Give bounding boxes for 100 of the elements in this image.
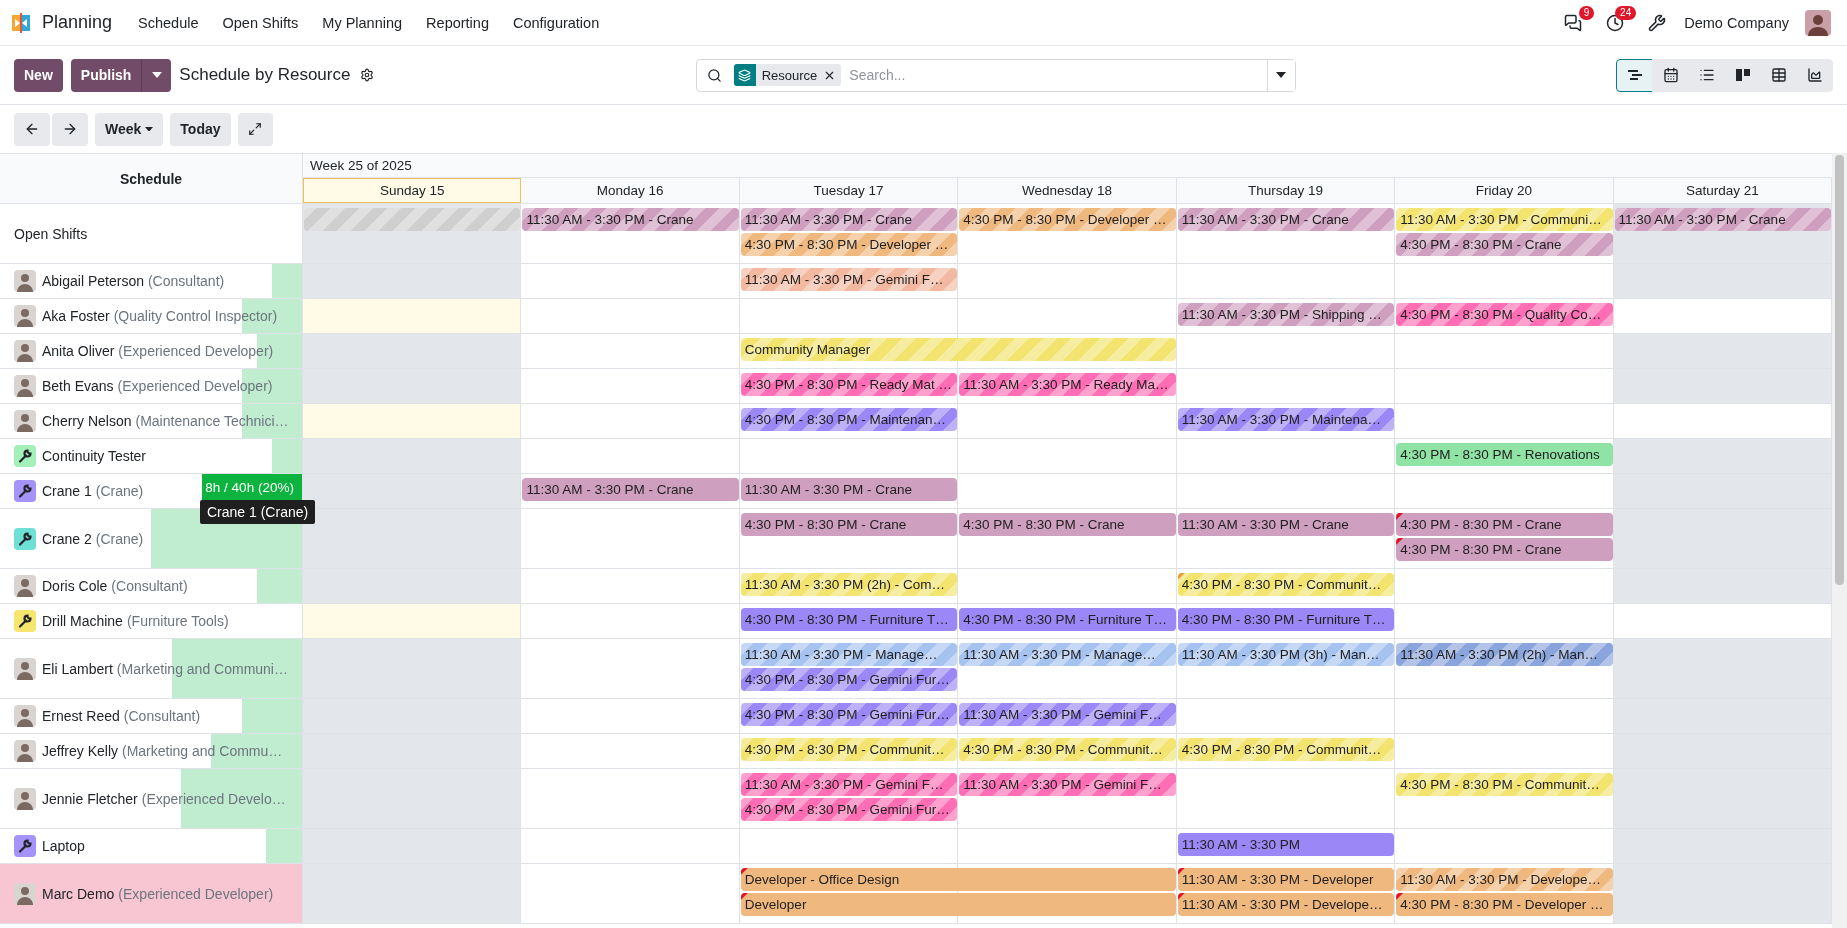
caret-icon — [151, 72, 162, 78]
shift-bar[interactable]: 4:30 PM - 8:30 PM - Ready Mat … — [740, 373, 958, 396]
shift-bar[interactable]: 4:30 PM - 8:30 PM - Communit… — [1177, 573, 1395, 596]
shift-bar[interactable]: 11:30 AM - 3:30 PM - Manage… — [740, 643, 958, 666]
shift-bar[interactable]: 4:30 PM - 8:30 PM - Crane — [740, 513, 958, 536]
today-button[interactable]: Today — [170, 112, 231, 146]
shift-bar[interactable]: 4:30 PM - 8:30 PM - Furniture T… — [1177, 608, 1395, 631]
shift-bar[interactable]: 11:30 AM - 3:30 PM - Crane — [740, 208, 958, 231]
shift-bar[interactable]: 11:30 AM - 3:30 PM — [1177, 833, 1395, 856]
shift-bar[interactable]: 11:30 AM - 3:30 PM - Shipping … — [1177, 303, 1395, 326]
previous-button[interactable] — [14, 112, 50, 146]
user-avatar[interactable] — [1805, 9, 1831, 36]
shift-bar[interactable]: 11:30 AM - 3:30 PM - Gemini F… — [740, 773, 958, 796]
shift-bar[interactable]: Community Manager — [740, 338, 1176, 361]
shift-bar[interactable]: 11:30 AM - 3:30 PM - Gemini F… — [959, 703, 1176, 726]
shift-bar[interactable]: 11:30 AM - 3:30 PM - Manage… — [959, 643, 1176, 666]
shift-bar[interactable]: 4:30 PM - 8:30 PM - Furniture T… — [959, 608, 1176, 631]
publish-dropdown-button[interactable] — [141, 58, 172, 92]
menu-item[interactable]: Open Shifts — [212, 8, 309, 37]
expand-button[interactable] — [237, 112, 273, 146]
resource-name: Drill Machine — [42, 613, 123, 629]
company-name[interactable]: Demo Company — [1684, 14, 1789, 31]
period-dropdown[interactable]: Week — [95, 112, 164, 146]
resource-name: Ernest Reed — [42, 708, 120, 724]
shift-bar[interactable]: 4:30 PM - 8:30 PM - Communit… — [1396, 773, 1613, 796]
shift-bar[interactable]: 11:30 AM - 3:30 PM - Crane — [1614, 208, 1831, 231]
gantt-view-icon — [1626, 67, 1643, 83]
kanban-view-icon — [1734, 67, 1751, 83]
shift-bar[interactable]: 11:30 AM - 3:30 PM - Gemini F… — [959, 773, 1176, 796]
next-button[interactable] — [52, 112, 88, 146]
resource-name: Beth Evans — [42, 378, 114, 394]
shift-bar[interactable]: 4:30 PM - 8:30 PM - Gemini Fur… — [740, 668, 958, 691]
shift-bar[interactable]: Developer — [740, 893, 1176, 916]
facet-label: Resource — [760, 67, 819, 83]
shift-bar[interactable]: 4:30 PM - 8:30 PM - Developer … — [1396, 893, 1613, 916]
new-button[interactable]: New — [14, 58, 63, 92]
breadcrumb: Schedule by Resource — [179, 65, 351, 85]
filter-facet[interactable]: Resource — [733, 64, 842, 86]
shift-bar[interactable]: 4:30 PM - 8:30 PM - Communit… — [959, 738, 1176, 761]
person-avatar — [14, 375, 36, 397]
resource-role: (Experienced Develo… — [141, 790, 286, 807]
shift-bar[interactable]: 11:30 AM - 3:30 PM (2h) - Man… — [1396, 643, 1613, 666]
search-field[interactable]: Resource Search... — [695, 58, 1296, 92]
shift-bar[interactable]: 11:30 AM - 3:30 PM - Develope… — [1177, 893, 1395, 916]
notification-badge: 9 — [1578, 5, 1595, 20]
shift-bar[interactable]: 11:30 AM - 3:30 PM - Communi… — [1396, 208, 1613, 231]
shift-bar[interactable]: 11:30 AM - 3:30 PM - Crane — [1177, 513, 1395, 536]
person-avatar — [14, 305, 36, 327]
shift-bar[interactable]: 11:30 AM - 3:30 PM (3h) - Man… — [1177, 643, 1395, 666]
shift-bar[interactable]: 4:30 PM - 8:30 PM - Maintenan… — [740, 408, 958, 431]
wrench-icon — [1648, 13, 1667, 32]
search-icon — [706, 67, 722, 83]
resource-role: (Marketing and Commu… — [122, 743, 283, 759]
shift-bar[interactable]: 4:30 PM - 8:30 PM - Developer … — [959, 208, 1176, 231]
scrollbar[interactable] — [1832, 153, 1847, 928]
list-view-icon — [1698, 67, 1715, 83]
person-avatar — [14, 705, 36, 727]
notification-badge: 24 — [1615, 5, 1637, 20]
shift-bar[interactable]: 11:30 AM - 3:30 PM - Crane — [522, 208, 739, 231]
shift-bar[interactable]: 11:30 AM - 3:30 PM - Ready Ma… — [959, 373, 1176, 396]
shift-bar[interactable]: 4:30 PM - 8:30 PM - Crane — [1396, 513, 1613, 536]
shift-bar[interactable]: 4:30 PM - 8:30 PM - Crane — [1396, 233, 1613, 256]
shift-bar[interactable]: 11:30 AM - 3:30 PM - Gemini F… — [740, 268, 958, 291]
expand-icon — [248, 122, 263, 136]
menu-item[interactable]: Configuration — [502, 8, 610, 37]
shift-bar[interactable]: Developer - Office Design — [740, 868, 1176, 891]
publish-button[interactable]: Publish — [70, 58, 142, 92]
chat-icon — [1564, 13, 1583, 32]
resource-name: Doris Cole — [42, 578, 108, 594]
menu-item[interactable]: My Planning — [312, 8, 413, 37]
shift-bar[interactable]: 11:30 AM - 3:30 PM - Crane — [1177, 208, 1395, 231]
shift-bar[interactable]: 11:30 AM - 3:30 PM (2h) - Com… — [740, 573, 958, 596]
shift-bar[interactable]: 11:30 AM - 3:30 PM - Develope… — [1396, 868, 1613, 891]
menu-item[interactable]: Reporting — [416, 8, 499, 37]
shift-bar[interactable]: 4:30 PM - 8:30 PM - Quality Co… — [1396, 303, 1613, 326]
shift-bar[interactable]: 4:30 PM - 8:30 PM - Gemini Fur… — [740, 798, 958, 821]
shift-bar[interactable]: 11:30 AM - 3:30 PM - Crane — [740, 478, 958, 501]
shift-bar[interactable]: 4:30 PM - 8:30 PM - Crane — [1396, 538, 1613, 561]
shift-bar[interactable]: 4:30 PM - 8:30 PM - Developer … — [740, 233, 958, 256]
view-switch-button[interactable] — [1616, 58, 1653, 92]
shift-bar[interactable]: 4:30 PM - 8:30 PM - Communit… — [740, 738, 958, 761]
resource-name: Eli Lambert — [42, 660, 113, 677]
resource-name: Open Shifts — [14, 225, 88, 242]
day-header: Wednesday 18 — [958, 178, 1177, 203]
logo[interactable] — [10, 11, 32, 34]
day-header: Tuesday 17 — [739, 178, 959, 203]
app-name[interactable]: Planning — [42, 12, 113, 33]
shift-bar[interactable]: 4:30 PM - 8:30 PM - Gemini Fur… — [740, 703, 958, 726]
shift-bar[interactable]: 4:30 PM - 8:30 PM - Renovations — [1396, 443, 1613, 466]
shift-bar[interactable]: 4:30 PM - 8:30 PM - Furniture T… — [740, 608, 958, 631]
menu-item[interactable]: Schedule — [128, 8, 209, 37]
shift-bar[interactable]: 11:30 AM - 3:30 PM - Developer — [1177, 868, 1395, 891]
settings-icon[interactable] — [360, 68, 375, 82]
shift-bar[interactable]: 4:30 PM - 8:30 PM - Crane — [959, 513, 1176, 536]
arrow-left-icon — [24, 121, 40, 137]
search-options-button[interactable] — [1266, 59, 1295, 91]
person-avatar — [14, 657, 36, 680]
shift-bar[interactable]: 4:30 PM - 8:30 PM - Communit… — [1177, 738, 1395, 761]
shift-bar[interactable]: 11:30 AM - 3:30 PM - Maintena… — [1177, 408, 1395, 431]
shift-bar[interactable]: 11:30 AM - 3:30 PM - Crane — [522, 478, 739, 501]
